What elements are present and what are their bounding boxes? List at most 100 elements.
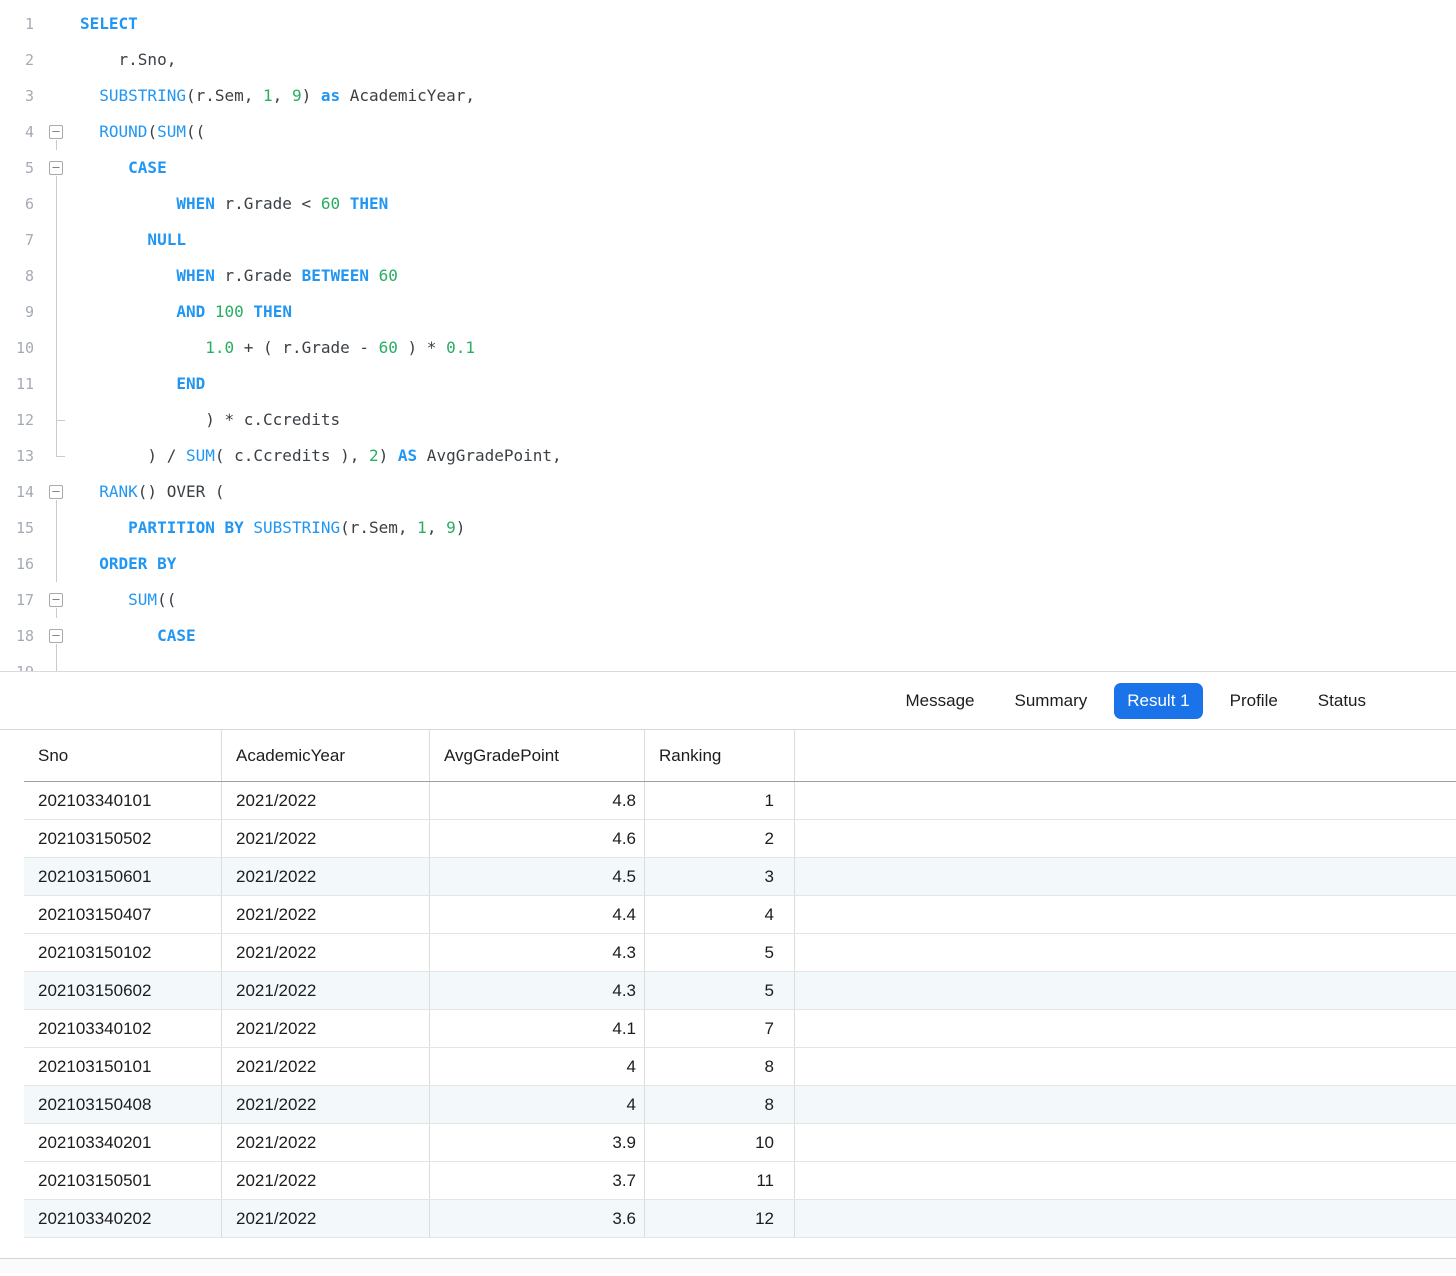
table-row[interactable]: 202103340102 2021/2022 4.1 7 <box>24 1010 1456 1048</box>
column-header-academicyear[interactable]: AcademicYear <box>222 730 430 781</box>
sql-token-id <box>244 302 254 321</box>
fold-collapse-icon[interactable]: – <box>49 485 63 499</box>
sql-token-kw: CASE <box>80 626 196 645</box>
column-header-avggradepoint[interactable]: AvgGradePoint <box>430 730 645 781</box>
cell-sno: 202103150501 <box>24 1162 222 1199</box>
tab-result-1[interactable]: Result 1 <box>1114 682 1203 719</box>
code-text: ) * c.Ccredits <box>76 402 340 438</box>
sql-token-id <box>205 302 215 321</box>
code-line: 18 – CASE <box>0 618 1456 654</box>
cell-avggradepoint: 4.3 <box>430 934 645 971</box>
code-text: ROUND(SUM(( <box>76 114 205 150</box>
sql-token-kw: WHEN <box>80 194 215 213</box>
column-header-sno[interactable]: Sno <box>24 730 222 781</box>
sql-token-kw: THEN <box>253 302 292 321</box>
cell-sno: 202103150602 <box>24 972 222 1009</box>
code-text: END <box>76 366 205 402</box>
code-line: 15 PARTITION BY SUBSTRING(r.Sem, 1, 9) <box>0 510 1456 546</box>
tab-status[interactable]: Status <box>1318 691 1366 711</box>
cell-avggradepoint: 4 <box>430 1086 645 1123</box>
code-line: 16 ORDER BY <box>0 546 1456 582</box>
cell-sno: 202103340102 <box>24 1010 222 1047</box>
cell-avggradepoint: 4.5 <box>430 858 645 895</box>
cell-academicyear: 2021/2022 <box>222 782 430 819</box>
sql-token-num: 60 <box>378 266 398 285</box>
fold-toggle-icon[interactable]: – <box>36 618 76 654</box>
fold-gutter <box>36 654 76 671</box>
sql-editor[interactable]: 1 SELECT 2 r.Sno, 3 SUBSTRING(r.Sem, 1, 9) … <box>0 0 1456 672</box>
cell-ranking: 5 <box>645 972 795 1009</box>
code-line: 6 WHEN r.Grade < 60 THEN <box>0 186 1456 222</box>
table-row[interactable]: 202103150501 2021/2022 3.7 11 <box>24 1162 1456 1200</box>
sql-token-num: 60 <box>378 338 398 357</box>
cell-ranking: 3 <box>645 858 795 895</box>
tab-summary[interactable]: Summary <box>1015 691 1088 711</box>
line-number: 17 <box>15 591 34 609</box>
table-row[interactable]: 202103150602 2021/2022 4.3 5 <box>24 972 1456 1010</box>
sql-token-id: ) * c.Ccredits <box>80 410 341 429</box>
bottom-status-strip <box>0 1258 1456 1273</box>
sql-token-id <box>80 338 205 357</box>
fold-collapse-icon[interactable]: – <box>49 629 63 643</box>
cell-academicyear: 2021/2022 <box>222 1086 430 1123</box>
code-text: NULL <box>76 222 186 258</box>
sql-token-id: ( <box>147 122 158 141</box>
table-row[interactable]: 202103150601 2021/2022 4.5 3 <box>24 858 1456 896</box>
table-row[interactable]: 202103150408 2021/2022 4 8 <box>24 1086 1456 1124</box>
fold-collapse-icon[interactable]: – <box>49 125 63 139</box>
sql-token-fn: ROUND <box>80 122 148 141</box>
fold-collapse-icon[interactable]: – <box>49 161 63 175</box>
cell-academicyear: 2021/2022 <box>222 1048 430 1085</box>
fold-gutter <box>36 402 76 438</box>
cell-sno: 202103150502 <box>24 820 222 857</box>
code-text: CASE <box>76 150 167 186</box>
code-text: ORDER BY <box>76 546 176 582</box>
line-number: 5 <box>24 159 34 177</box>
sql-token-kw: WHEN <box>80 266 215 285</box>
fold-toggle-icon[interactable]: – <box>36 114 76 150</box>
fold-gutter <box>36 258 76 294</box>
table-row[interactable]: 202103150102 2021/2022 4.3 5 <box>24 934 1456 972</box>
sql-token-id: () OVER ( <box>137 482 225 501</box>
code-text: AND 100 THEN <box>76 294 292 330</box>
sql-token-id: AvgGradePoint, <box>417 446 562 465</box>
sql-token-kw: SELECT <box>80 14 138 33</box>
tab-message[interactable]: Message <box>906 691 975 711</box>
table-row[interactable]: 202103150407 2021/2022 4.4 4 <box>24 896 1456 934</box>
table-row[interactable]: 202103150502 2021/2022 4.6 2 <box>24 820 1456 858</box>
code-line: 7 NULL <box>0 222 1456 258</box>
code-line: 14 – RANK() OVER ( <box>0 474 1456 510</box>
fold-collapse-icon[interactable]: – <box>49 593 63 607</box>
code-text: 1.0 + ( r.Grade - 60 ) * 0.1 <box>76 330 475 366</box>
sql-token-kw: CASE <box>80 158 167 177</box>
tab-profile[interactable]: Profile <box>1230 691 1278 711</box>
sql-token-id: r.Sno, <box>80 50 177 69</box>
column-header-ranking[interactable]: Ranking <box>645 730 795 781</box>
results-tab-bar: Message Summary Result 1 Profile Status <box>0 672 1456 730</box>
table-row[interactable]: 202103340201 2021/2022 3.9 10 <box>24 1124 1456 1162</box>
sql-token-kw: AS <box>397 446 418 465</box>
cell-sno: 202103340101 <box>24 782 222 819</box>
fold-gutter <box>36 438 76 474</box>
fold-toggle-icon[interactable]: – <box>36 474 76 510</box>
cell-ranking: 1 <box>645 782 795 819</box>
code-line: 12 ) * c.Ccredits <box>0 402 1456 438</box>
sql-token-num: 100 <box>214 302 244 321</box>
sql-token-fn: SUM <box>80 590 158 609</box>
sql-token-id: + ( r.Grade - <box>234 338 379 357</box>
fold-toggle-icon[interactable]: – <box>36 150 76 186</box>
code-line: 1 SELECT <box>0 6 1456 42</box>
table-row[interactable]: 202103340101 2021/2022 4.8 1 <box>24 782 1456 820</box>
fold-toggle-icon[interactable]: – <box>36 582 76 618</box>
code-text: SUBSTRING(r.Sem, 1, 9) as AcademicYear, <box>76 78 475 114</box>
sql-token-num: 1.0 <box>205 338 235 357</box>
sql-token-kw: ORDER BY <box>80 554 177 573</box>
table-row[interactable]: 202103340202 2021/2022 3.6 12 <box>24 1200 1456 1238</box>
sql-token-id: (( <box>157 590 177 609</box>
results-panel: Sno AcademicYear AvgGradePoint Ranking 2021… <box>0 730 1456 1258</box>
sql-token-num: 0.1 <box>446 338 475 357</box>
cell-ranking: 12 <box>645 1200 795 1237</box>
code-line: 9 AND 100 THEN <box>0 294 1456 330</box>
table-row[interactable]: 202103150101 2021/2022 4 8 <box>24 1048 1456 1086</box>
cell-sno: 202103340202 <box>24 1200 222 1237</box>
